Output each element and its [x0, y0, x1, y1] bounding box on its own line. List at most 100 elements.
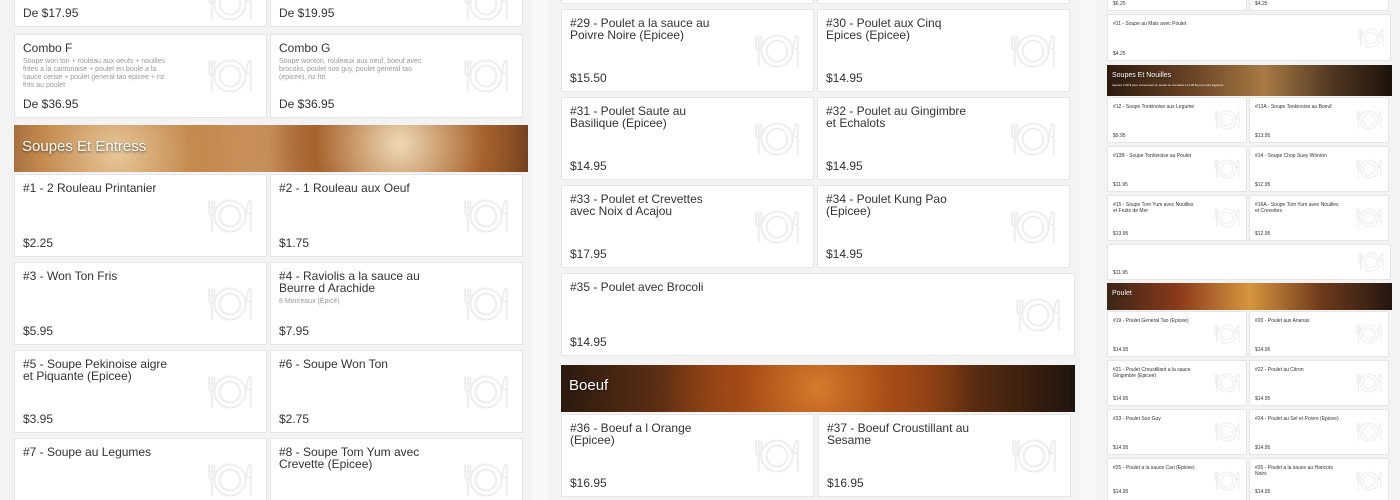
- item-price: $14.95: [1113, 445, 1129, 451]
- plate-placeholder-icon: [204, 366, 256, 418]
- item-name: #37 - Boeuf Croustillant au Sesame: [827, 421, 970, 447]
- menu-item-card[interactable]: #13B - Soupe Tonkinoise au Poulet $11.95: [1107, 146, 1247, 192]
- menu-item-card[interactable]: #6 - Soupe Won Ton $2.75: [270, 350, 523, 433]
- menu-item-card[interactable]: #33 - Poulet et Crevettes avec Noix d Ac…: [561, 185, 814, 268]
- item-name: #36 - Boeuf a l Orange (Epicee): [570, 421, 692, 447]
- menu-item-card[interactable]: #26 - Poulet a la sauce au Haricots Noir…: [1249, 458, 1389, 500]
- menu-item-card[interactable]: #29 - Poulet a la sauce au Poivre Noire …: [561, 9, 814, 92]
- item-name: #23 - Poulet Soo Guy: [1113, 416, 1161, 422]
- item-name: #7 - Soupe au Legumes: [23, 445, 152, 459]
- menu-item-card[interactable]: #23 - Poulet Soo Guy $14.95: [1107, 409, 1247, 455]
- item-price: $4.25: [1113, 51, 1126, 57]
- item-price: $11.95: [1113, 270, 1128, 276]
- item-price: $1.75: [279, 236, 310, 250]
- menu-item-card[interactable]: #7 - Soupe au Legumes: [14, 438, 267, 500]
- menu-item-card[interactable]: #32 - Poulet au Gingimbre et Echalots $1…: [817, 97, 1070, 180]
- item-name: #35 - Poulet avec Brocoli: [570, 280, 704, 294]
- menu-item-card[interactable]: #22 - Poulet au Citron $14.95: [1249, 360, 1389, 406]
- plate-placeholder-icon: [460, 454, 512, 500]
- plate-placeholder-icon: [204, 50, 256, 102]
- column-gutter: [532, 0, 548, 500]
- menu-column-1[interactable]: De $17.95 De $19.95 Combo F Soupe won to…: [0, 0, 532, 500]
- menu-item-card[interactable]: #19 - Poulet General Tao (Epicee) $14.95: [1107, 311, 1247, 357]
- menu-item-card[interactable]: #20 - Poulet aux Ananas $14.95: [1249, 311, 1389, 357]
- item-name: #30 - Poulet aux Cinq Epices (Epicee): [826, 16, 942, 42]
- menu-item-card[interactable]: $4.25: [1249, 0, 1389, 11]
- plate-placeholder-icon: [1007, 201, 1059, 253]
- item-price: $14.95: [826, 71, 863, 85]
- plate-placeholder-icon: [460, 50, 512, 102]
- menu-item-card[interactable]: #12 - Soupe Tonkinoise aux Legume $9.95: [1107, 97, 1247, 143]
- section-title: Soupes Et Nouilles: [1112, 72, 1172, 79]
- menu-item-card[interactable]: #2 - 1 Rouleau aux Oeuf $1.75: [270, 174, 523, 257]
- menu-item-card[interactable]: #5 - Soupe Pekinoise aigre et Piquante (…: [14, 350, 267, 433]
- column-gutter: [1080, 0, 1096, 500]
- menu-item-card[interactable]: #30 - Poulet aux Cinq Epices (Epicee) $1…: [817, 9, 1070, 92]
- item-price: $12.95: [1255, 182, 1271, 188]
- menu-item-card[interactable]: De $17.95: [14, 0, 267, 27]
- menu-item-card[interactable]: [561, 0, 814, 4]
- menu-item-card[interactable]: #34 - Poulet Kung Pao (Epicee) $14.95: [817, 185, 1070, 268]
- item-name: #19 - Poulet General Tao (Epicee): [1113, 318, 1189, 324]
- item-name: #24 - Poulet au Sel et Poivre (Epicee): [1255, 416, 1339, 422]
- plate-placeholder-icon: [1008, 430, 1060, 482]
- menu-item-card[interactable]: #16A - Soupe Tom Yum avec Nouilles et Cr…: [1249, 195, 1389, 241]
- menu-item-card[interactable]: #14 - Soupe Chop Suey Wonton $12.95: [1249, 146, 1389, 192]
- item-price: $16.95: [570, 476, 607, 490]
- item-price: $14.95: [1113, 489, 1129, 495]
- item-name: #8 - Soupe Tom Yum avec Crevette (Epicee…: [279, 445, 420, 471]
- item-description: 8 Morceaux (Épicé): [279, 298, 340, 305]
- item-price: $5.95: [23, 324, 54, 338]
- menu-item-card[interactable]: #1 - 2 Rouleau Printanier $2.25: [14, 174, 267, 257]
- item-name: #2 - 1 Rouleau aux Oeuf: [279, 181, 410, 195]
- menu-item-card[interactable]: #24 - Poulet au Sel et Poivre (Epicee) $…: [1249, 409, 1389, 455]
- menu-item-card[interactable]: #36 - Boeuf a l Orange (Epicee) $16.95: [561, 414, 814, 497]
- item-price: $12.95: [1255, 231, 1271, 237]
- menu-item-card[interactable]: $11.95: [1107, 244, 1391, 280]
- item-name: #6 - Soupe Won Ton: [279, 357, 388, 371]
- plate-placeholder-icon: [1354, 319, 1384, 349]
- item-name: #29 - Poulet a la sauce au Poivre Noire …: [570, 16, 710, 42]
- menu-item-card[interactable]: $6.25: [1107, 0, 1247, 11]
- plate-placeholder-icon: [1354, 466, 1384, 496]
- menu-column-2[interactable]: #29 - Poulet a la sauce au Poivre Noire …: [548, 0, 1080, 500]
- menu-item-card[interactable]: #35 - Poulet avec Brocoli $14.95: [561, 273, 1075, 356]
- menu-item-card[interactable]: #8 - Soupe Tom Yum avec Crevette (Epicee…: [270, 438, 523, 500]
- plate-placeholder-icon: [204, 0, 256, 26]
- menu-item-card[interactable]: [817, 0, 1070, 4]
- plate-placeholder-icon: [460, 0, 512, 26]
- item-price: $14.95: [1255, 347, 1271, 353]
- item-name: #34 - Poulet Kung Pao (Epicee): [826, 192, 947, 218]
- section-banner-boeuf: Boeuf: [561, 365, 1075, 412]
- menu-item-card[interactable]: #31 - Poulet Saute au Basilique (Epicee)…: [561, 97, 814, 180]
- item-price: $13.95: [1113, 231, 1129, 237]
- item-price: $14.95: [1255, 489, 1271, 495]
- section-banner-poulet: Poulet: [1107, 283, 1392, 310]
- item-price: $14.95: [826, 159, 863, 173]
- section-subtitle: Ajoutez 2.00 $ pour extra boeuf ou poule…: [1112, 83, 1224, 87]
- plate-placeholder-icon: [1212, 154, 1242, 184]
- plate-placeholder-icon: [1354, 154, 1384, 184]
- plate-placeholder-icon: [1007, 25, 1059, 77]
- menu-item-card[interactable]: #37 - Boeuf Croustillant au Sesame $16.9…: [818, 414, 1071, 497]
- menu-item-card[interactable]: #3 - Won Ton Fris $5.95: [14, 262, 267, 345]
- plate-placeholder-icon: [204, 278, 256, 330]
- menu-item-card[interactable]: De $19.95: [270, 0, 523, 27]
- menu-item-card[interactable]: #13A - Soupe Tonkinoise au Boeuf $13.95: [1249, 97, 1389, 143]
- menu-item-card[interactable]: #21 - Poulet Croustillant a la sauce Gin…: [1107, 360, 1247, 406]
- item-price: $13.95: [1255, 133, 1271, 139]
- item-price: $9.95: [1113, 133, 1126, 139]
- menu-item-card[interactable]: Combo G Soupe wonton, rouleaux aux oeuf,…: [270, 34, 523, 118]
- menu-item-card[interactable]: Combo F Soupe won ton + rouleau aux oeuf…: [14, 34, 267, 118]
- menu-item-card[interactable]: #25 - Poulet a la sauce Cari (Epicee) $1…: [1107, 458, 1247, 500]
- menu-item-card[interactable]: #4 - Raviolis a la sauce au Beurre d Ara…: [270, 262, 523, 345]
- item-price: $2.25: [23, 236, 54, 250]
- item-price: $15.50: [570, 71, 607, 85]
- item-name: #5 - Soupe Pekinoise aigre et Piquante (…: [23, 357, 168, 383]
- menu-column-3[interactable]: $6.25 $4.25 #11 - Soupe au Mais avec Pou…: [1096, 0, 1400, 500]
- plate-placeholder-icon: [460, 278, 512, 330]
- item-name: Combo F: [23, 41, 73, 55]
- menu-item-card[interactable]: #15 - Soupe Tom Yum avec Nouilles et Fru…: [1107, 195, 1247, 241]
- menu-item-card[interactable]: #11 - Soupe au Mais avec Poulet $4.25: [1107, 14, 1391, 61]
- plate-placeholder-icon: [751, 430, 803, 482]
